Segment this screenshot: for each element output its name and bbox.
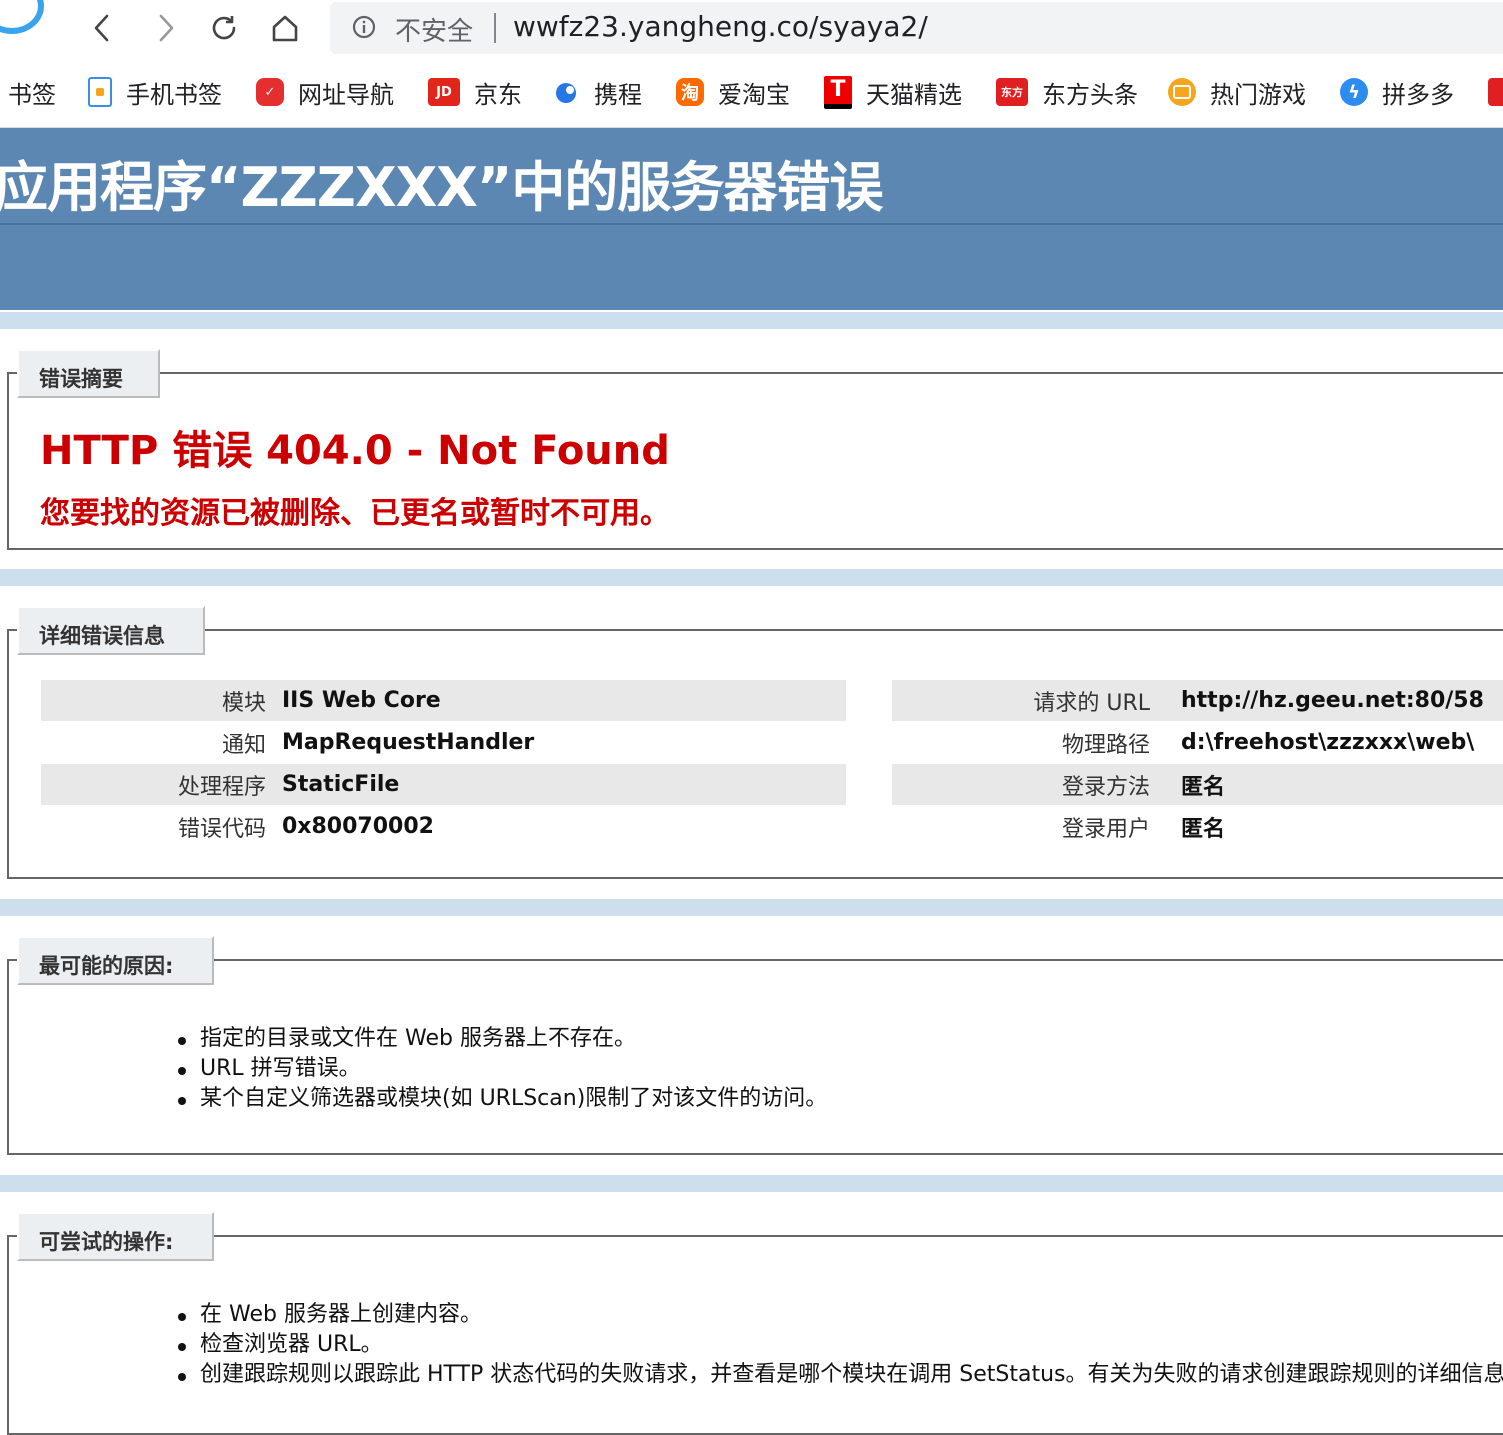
- bookmark-label: 爱淘宝: [718, 80, 790, 109]
- error-description: 您要找的资源已被删除、已更名或暂时不可用。: [40, 496, 670, 531]
- detail-key: 处理程序: [177, 774, 266, 800]
- page-header: 应用程序“ZZZXXX”中的服务器错误: [0, 128, 1503, 310]
- detail-key: 物理路径: [1061, 732, 1150, 758]
- detail-row-logon-user: 登录用户 匿名: [892, 806, 1503, 847]
- pinduoduo-icon: ϟ: [1340, 78, 1368, 106]
- actions-list: 在 Web 服务器上创建内容。 检查浏览器 URL。 创建跟踪规则以跟踪此 HT…: [178, 1300, 1503, 1390]
- actions-heading: 可尝试的操作:: [17, 1212, 214, 1261]
- header-divider: [0, 223, 1503, 225]
- detail-key: 登录方法: [1061, 774, 1150, 800]
- bookmark-navigation[interactable]: ✓ 网址导航: [256, 75, 394, 109]
- browser-logo-icon: [0, 0, 44, 34]
- list-item: 某个自定义筛选器或模块(如 URLScan)限制了对该文件的访问。: [178, 1084, 827, 1114]
- list-item: 指定的目录或文件在 Web 服务器上不存在。: [178, 1024, 827, 1054]
- detail-key: 错误代码: [177, 816, 266, 842]
- bookmark-aitaobao[interactable]: 淘 爱淘宝: [676, 75, 790, 109]
- detail-value: 匿名: [1181, 774, 1226, 800]
- phone-bookmark-icon: [88, 77, 112, 107]
- forward-arrow-icon: [159, 14, 174, 42]
- games-icon: [1168, 78, 1196, 106]
- detail-value: 匿名: [1181, 816, 1226, 842]
- home-button[interactable]: [267, 10, 303, 46]
- url-text[interactable]: wwfz23.yangheng.co/syaya2/: [513, 10, 928, 43]
- info-icon[interactable]: [352, 15, 376, 39]
- detail-key: 登录用户: [1061, 816, 1150, 842]
- section-band: [0, 569, 1503, 586]
- causes-list: 指定的目录或文件在 Web 服务器上不存在。 URL 拼写错误。 某个自定义筛选…: [178, 1024, 827, 1114]
- bookmark-label: 书签: [8, 80, 56, 109]
- detail-value: d:\freehost\zzzxxx\web\: [1181, 730, 1475, 755]
- jd-icon: JD: [428, 78, 460, 106]
- bookmark-label: 手机书签: [126, 80, 222, 109]
- details-heading: 详细错误信息: [17, 606, 205, 655]
- detail-row-module: 模块 IIS Web Core: [41, 680, 846, 721]
- list-item: 在 Web 服务器上创建内容。: [178, 1300, 1503, 1330]
- taobao-icon: 淘: [676, 78, 704, 106]
- section-band: [0, 899, 1503, 916]
- bookmark-tmall[interactable]: T 天猫精选: [824, 75, 962, 109]
- forward-button[interactable]: [148, 10, 184, 46]
- tmall-icon: T: [824, 75, 852, 109]
- address-separator: [494, 13, 496, 43]
- causes-heading: 最可能的原因:: [17, 936, 214, 985]
- section-band: [0, 1175, 1503, 1192]
- bookmark-shuqian[interactable]: 书签: [8, 75, 56, 109]
- home-icon: [272, 15, 298, 42]
- detail-value: http://hz.geeu.net:80/58: [1181, 688, 1484, 713]
- error-title: HTTP 错误 404.0 - Not Found: [40, 428, 670, 474]
- bookmark-label: 天猫精选: [866, 80, 962, 109]
- list-item: 创建跟踪规则以跟踪此 HTTP 状态代码的失败请求，并查看是哪个模块在调用 Se…: [178, 1360, 1503, 1390]
- detail-key: 请求的 URL: [1033, 690, 1150, 716]
- detail-row-notification: 通知 MapRequestHandler: [41, 722, 846, 763]
- bookmark-label: 热门游戏: [1210, 80, 1306, 109]
- browser-toolbar: 不安全 wwfz23.yangheng.co/syaya2/: [0, 0, 1503, 57]
- bookmark-label: 携程: [594, 80, 642, 109]
- detail-value: MapRequestHandler: [282, 730, 535, 755]
- back-button[interactable]: [84, 10, 120, 46]
- reload-button[interactable]: [206, 10, 242, 46]
- bookmark-label: 京东: [474, 80, 522, 109]
- bookmark-pinduoduo[interactable]: ϟ 拼多多: [1340, 75, 1454, 109]
- bookmark-jd[interactable]: JD 京东: [428, 75, 522, 109]
- ctrip-icon: [552, 78, 580, 106]
- reload-icon: [212, 16, 236, 40]
- overflow-bookmark-icon: [1488, 78, 1503, 106]
- detail-value: StaticFile: [282, 772, 400, 797]
- bookmark-label: 网址导航: [298, 80, 394, 109]
- detail-key: 通知: [221, 732, 266, 758]
- security-label[interactable]: 不安全: [395, 11, 473, 48]
- section-band: [0, 312, 1503, 329]
- list-item: URL 拼写错误。: [178, 1054, 827, 1084]
- bookmark-overflow[interactable]: [1488, 75, 1503, 109]
- dftoutiao-icon: 东方: [996, 78, 1028, 106]
- detail-row-requested-url: 请求的 URL http://hz.geeu.net:80/58: [892, 680, 1503, 721]
- bookmark-label: 东方头条: [1042, 80, 1138, 109]
- bookmark-games[interactable]: 热门游戏: [1168, 75, 1306, 109]
- back-arrow-icon: [94, 14, 109, 42]
- detail-row-error-code: 错误代码 0x80070002: [41, 806, 846, 847]
- bookmark-ctrip[interactable]: 携程: [552, 75, 642, 109]
- detail-row-physical-path: 物理路径 d:\freehost\zzzxxx\web\: [892, 722, 1503, 763]
- detail-row-logon-method: 登录方法 匿名: [892, 764, 1503, 805]
- detail-row-handler: 处理程序 StaticFile: [41, 764, 846, 805]
- list-item: 检查浏览器 URL。: [178, 1330, 1503, 1360]
- summary-heading: 错误摘要: [17, 349, 160, 398]
- detail-key: 模块: [221, 690, 266, 716]
- navigation-icon: ✓: [256, 78, 284, 106]
- bookmark-dftoutiao[interactable]: 东方 东方头条: [996, 75, 1138, 109]
- bookmark-mobile[interactable]: 手机书签: [88, 75, 222, 109]
- detail-value: 0x80070002: [282, 814, 434, 839]
- bookmark-label: 拼多多: [1382, 80, 1454, 109]
- bookmarks-bar: 书签 手机书签 ✓ 网址导航 JD 京东 携程 淘 爱淘宝 T 天猫精选 东方 …: [0, 57, 1503, 128]
- page-title: 应用程序“ZZZXXX”中的服务器错误: [0, 156, 883, 219]
- detail-value: IIS Web Core: [282, 688, 441, 713]
